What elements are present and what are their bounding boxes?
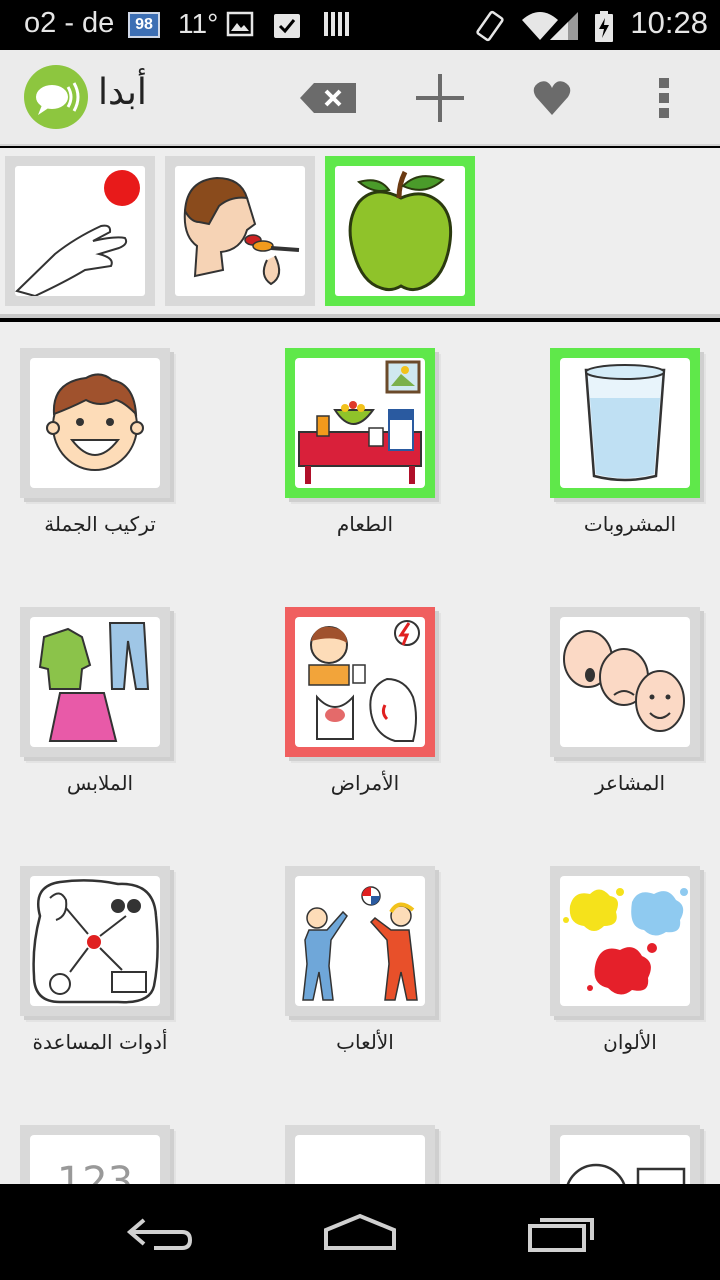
add-button[interactable]: [408, 66, 472, 130]
back-button[interactable]: [115, 1202, 205, 1262]
category-tile[interactable]: [550, 1125, 720, 1184]
svg-text:123: 123: [57, 1159, 133, 1184]
feelings-faces-icon: [563, 630, 685, 732]
sentence-item-give[interactable]: [5, 156, 155, 306]
clothes-icon: [38, 622, 150, 742]
apple-icon: [348, 170, 453, 292]
glass-water-icon: [584, 364, 666, 482]
barcode-icon: [324, 12, 349, 36]
tile-frame: [550, 866, 700, 1016]
tile-label: الألعاب: [336, 1030, 394, 1054]
color-splashes-icon: [563, 888, 688, 995]
tile-frame: [20, 607, 170, 757]
category-tile[interactable]: الألوان: [550, 866, 720, 1054]
tile-label: المشروبات: [583, 512, 677, 536]
tile-frame: [285, 1125, 435, 1184]
category-tile[interactable]: 123: [20, 1125, 196, 1184]
carrier-name: o2 - de: [24, 7, 115, 39]
tile-label: الطعام: [336, 512, 394, 536]
illness-icon: [308, 620, 420, 742]
category-tile[interactable]: أدوات المساعدة: [20, 866, 196, 1054]
tile-frame: [550, 607, 700, 757]
category-tile[interactable]: الألعاب: [285, 866, 461, 1054]
overflow-menu-button[interactable]: [632, 66, 696, 130]
category-tile[interactable]: الطعام: [285, 348, 461, 536]
tile-frame: [550, 348, 700, 498]
assistive-tools-icon: [32, 879, 159, 1004]
boy-face-icon: [46, 373, 144, 471]
notification-badge: 98: [128, 12, 160, 38]
blank-icon: [295, 1135, 425, 1184]
screen-rotation-icon: [476, 10, 504, 42]
app-logo-icon[interactable]: [24, 65, 88, 129]
cell-signal-icon: [550, 12, 578, 40]
numbers-icon: 123: [57, 1159, 133, 1184]
gallery-icon: [226, 11, 254, 37]
overflow-menu-icon: [659, 78, 669, 118]
tile-frame: [20, 866, 170, 1016]
category-tile[interactable]: الملابس: [20, 607, 196, 795]
category-tile[interactable]: [285, 1125, 461, 1184]
backspace-icon: [300, 83, 356, 113]
tile-label: المشاعر: [594, 771, 666, 795]
navigation-bar: [0, 1184, 720, 1280]
tile-label: الملابس: [66, 771, 134, 795]
food-table-icon: [298, 360, 422, 484]
tile-label: الألوان: [603, 1030, 657, 1054]
back-icon: [126, 1218, 193, 1250]
home-icon: [324, 1213, 396, 1250]
category-tile[interactable]: تركيب الجملة: [20, 348, 196, 536]
tile-frame: [285, 866, 435, 1016]
eat-spoon-icon: [183, 176, 300, 286]
category-tile[interactable]: المشروبات: [550, 348, 720, 536]
clock: 10:28: [630, 5, 708, 40]
tile-frame: 123: [20, 1125, 170, 1184]
app-title: أبدا: [98, 72, 147, 113]
tile-frame: [20, 348, 170, 498]
recent-apps-icon: [528, 1218, 594, 1252]
give-hand-ball-icon: [15, 170, 140, 296]
tile-frame: [285, 607, 435, 757]
recent-apps-button[interactable]: [517, 1202, 607, 1262]
status-bar: o2 - de 98 11° 10:28: [0, 0, 720, 50]
tile-label: أدوات المساعدة: [32, 1030, 168, 1054]
tile-label: تركيب الجملة: [44, 512, 156, 536]
favorite-button[interactable]: [520, 66, 584, 130]
battery-charging-icon: [595, 11, 613, 42]
add-icon: [416, 74, 464, 122]
sentence-item-apple[interactable]: [325, 156, 475, 306]
tile-frame: [550, 1125, 700, 1184]
sentence-item-eat[interactable]: [165, 156, 315, 306]
clipboard-check-icon: [274, 14, 300, 38]
category-tile[interactable]: المشاعر: [550, 607, 720, 795]
backspace-button[interactable]: [296, 66, 360, 130]
tile-label: الأمراض: [330, 771, 400, 795]
weather-temperature: 11°: [178, 8, 219, 39]
sentence-strip: [0, 148, 720, 318]
tile-frame: [285, 348, 435, 498]
favorite-icon: [533, 81, 571, 115]
kids-playing-ball-icon: [302, 886, 418, 1001]
action-bar: أبدا: [0, 50, 720, 146]
category-tile[interactable]: الأمراض: [285, 607, 461, 795]
shapes-icon: [566, 1163, 686, 1184]
home-button[interactable]: [315, 1202, 405, 1262]
category-grid: تركيب الجملة الطعام المشروبات الملابس ال…: [0, 322, 720, 1184]
